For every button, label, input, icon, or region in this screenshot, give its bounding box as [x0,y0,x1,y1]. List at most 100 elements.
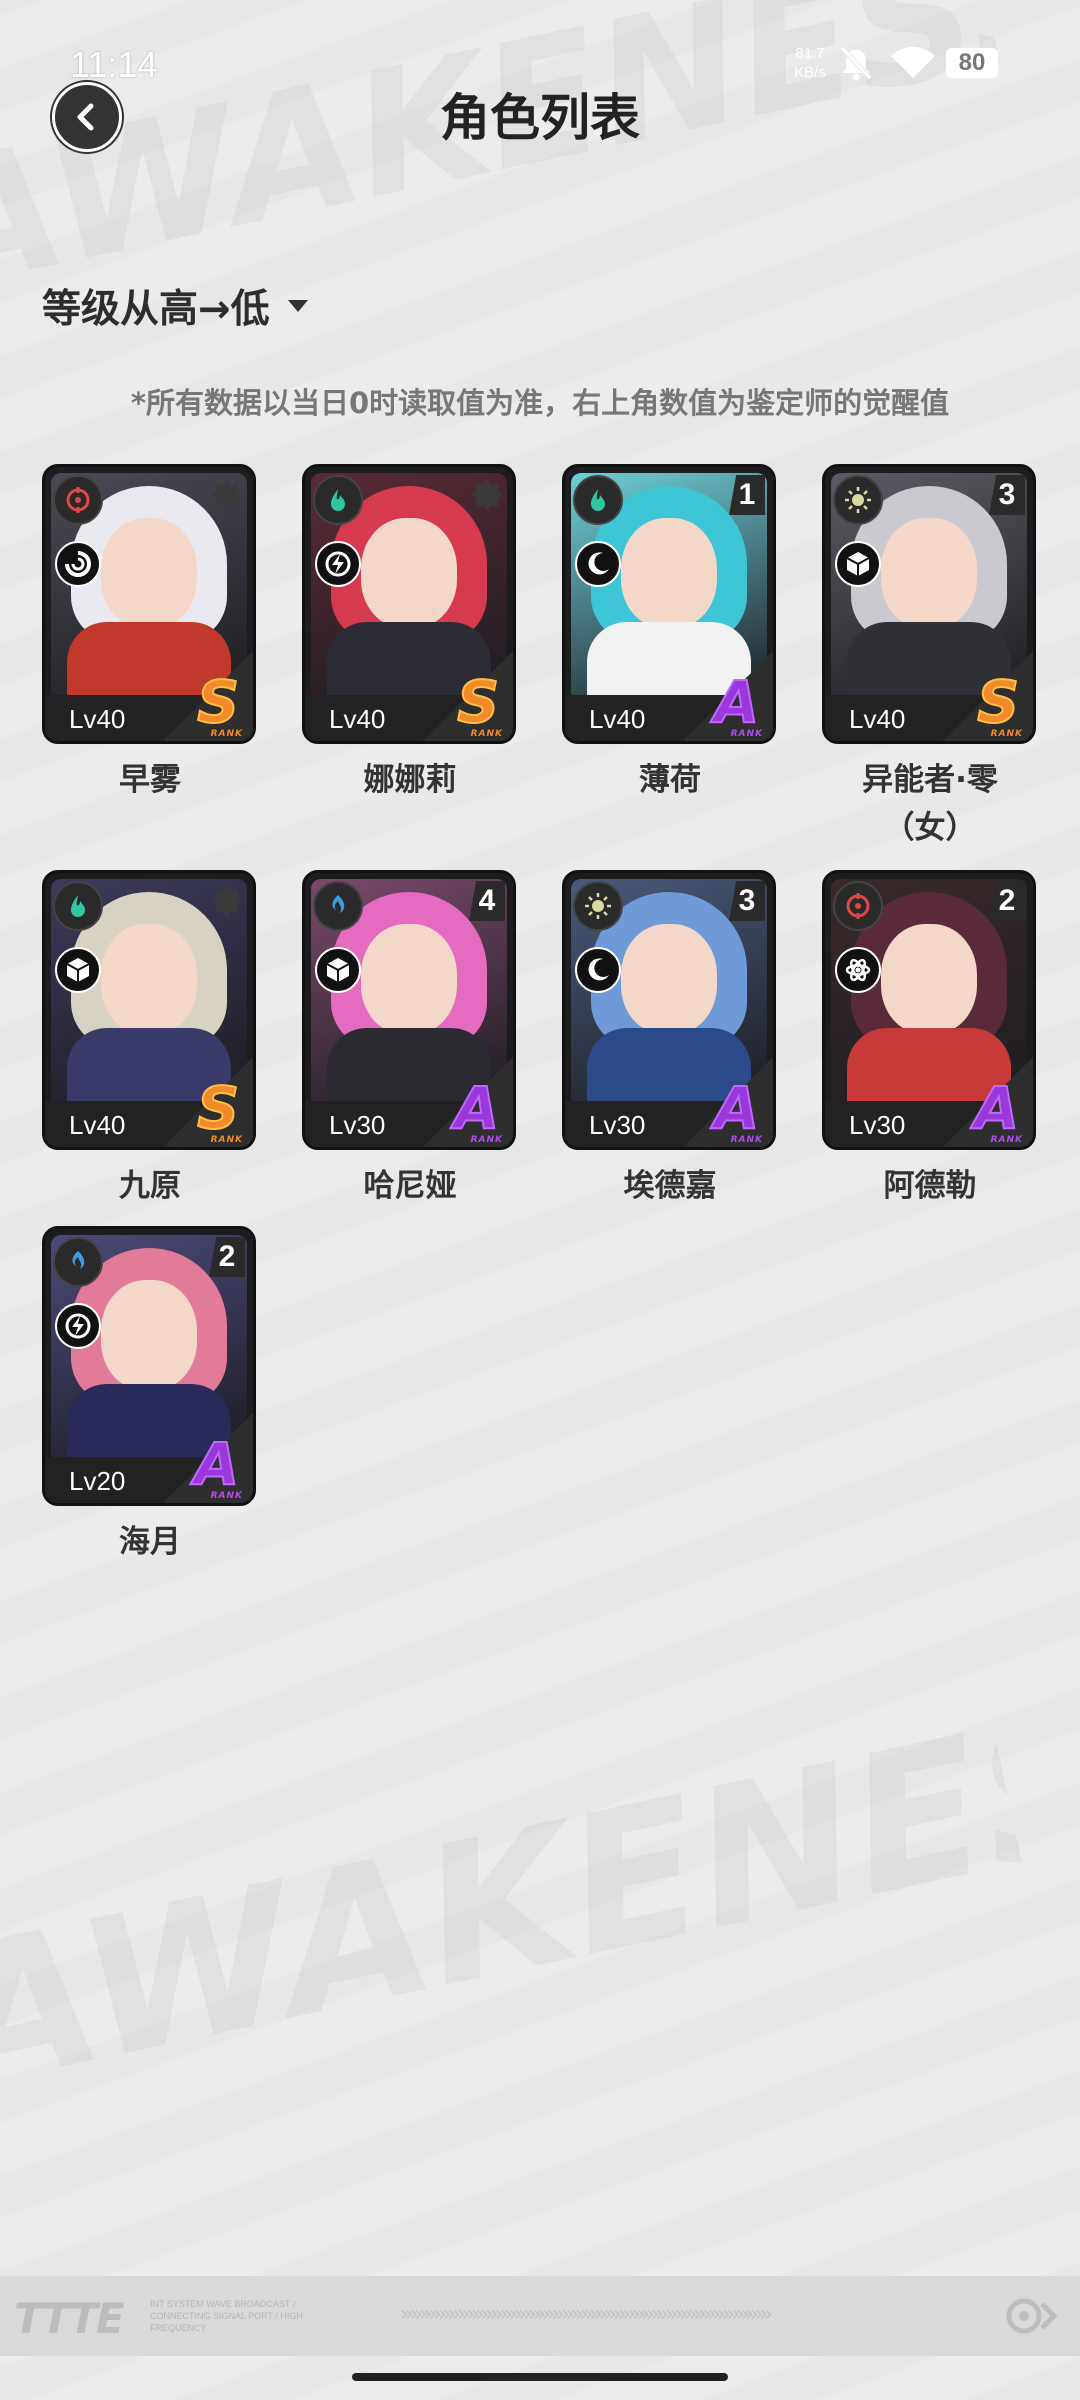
rank-word: RANK [470,1135,503,1145]
rank-letter: A [193,1430,240,1498]
character-card[interactable]: Lv20 A RANK 2 海月 [42,1226,258,1566]
character-level: Lv40 [69,1110,126,1140]
sort-dropdown-label: 等级从高→低 [42,287,270,332]
class-spiral-icon [55,541,101,587]
caret-down-icon [287,300,308,312]
page-title: 角色列表 [440,89,640,147]
element-sun-icon [573,881,623,931]
gear-icon [211,479,243,511]
class-atom-icon [835,947,881,993]
awakening-value: 2 [218,1240,236,1273]
character-name-line: 埃德嘉 [623,1168,717,1204]
rank-word: RANK [730,729,763,739]
character-card[interactable]: Lv30 A RANK 3 埃德嘉 [562,870,778,1210]
element-sun-icon [833,475,883,525]
awakening-value: 3 [998,478,1016,511]
character-card[interactable]: Lv30 A RANK 2 阿德勒 [822,870,1038,1210]
character-portrait-card[interactable]: Lv40 S RANK [42,464,256,744]
element-wave-icon [313,881,363,931]
element-target-icon [53,475,103,525]
character-card[interactable]: Lv40 S RANK 3 异能者·零 （女） [822,464,1038,852]
character-portrait-card[interactable]: Lv40 S RANK 3 [822,464,1036,744]
character-level: Lv40 [329,704,386,734]
portrait-face [621,518,717,629]
portrait-face [881,518,977,629]
character-card[interactable]: Lv40 S RANK 娜娜莉 [302,464,518,804]
rank-letter: S [976,668,1020,736]
character-card[interactable]: Lv40 S RANK 九原 [42,870,258,1210]
awakening-value: 2 [998,884,1016,917]
character-name-line: 阿德勒 [883,1168,977,1204]
portrait-face [101,518,197,629]
awakening-value: 4 [478,884,496,917]
wifi-icon [891,46,935,78]
portrait-face [361,518,457,629]
character-card[interactable]: Lv40 S RANK 早雾 [42,464,258,804]
portrait-face [361,924,457,1035]
character-name: 海月 [42,1518,258,1566]
rank-word: RANK [990,1135,1023,1145]
element-wave-icon [53,1237,103,1287]
character-portrait-card[interactable]: Lv30 A RANK 2 [822,870,1036,1150]
network-speed: 81.7 KB/s [784,44,836,82]
character-name-line: 哈尼娅 [363,1168,457,1204]
character-name-line: 娜娜莉 [363,762,457,798]
character-name: 埃德嘉 [562,1162,778,1210]
character-card[interactable]: Lv30 A RANK 4 哈尼娅 [302,870,518,1210]
character-name: 哈尼娅 [302,1162,518,1210]
character-portrait-card[interactable]: Lv20 A RANK 2 [42,1226,256,1506]
character-level: Lv30 [329,1110,386,1140]
banner-small-text: INT SYSTEM WAVE BROADCAST / CONNECTING S… [150,2299,303,2333]
rank-letter: S [196,668,240,736]
character-portrait-card[interactable]: Lv40 S RANK [42,870,256,1150]
class-cube-icon [835,541,881,587]
sort-dropdown[interactable]: 等级从高→低 [42,278,308,334]
mute-notification-icon [840,46,872,81]
character-level: Lv30 [849,1110,906,1140]
character-portrait-card[interactable]: Lv30 A RANK 4 [302,870,516,1150]
class-cube-icon [315,947,361,993]
character-name-line: 海月 [119,1524,181,1560]
character-name-line: 薄荷 [639,762,701,798]
rank-word: RANK [730,1135,763,1145]
portrait-face [101,1280,197,1391]
rank-word: RANK [210,729,243,739]
character-name-line-2: （女） [883,810,977,846]
bottom-banner: TTTE INT SYSTEM WAVE BROADCAST / CONNECT… [0,2276,1080,2356]
data-notice: *所有数据以当日0时读取值为准，右上角数值为鉴定师的觉醒值 [130,386,950,420]
rank-letter: A [713,668,760,736]
element-flame-icon [573,475,623,525]
awakening-value: 3 [738,884,756,917]
portrait-face [101,924,197,1035]
character-level: Lv40 [849,704,906,734]
home-indicator[interactable] [352,2373,728,2381]
character-name: 薄荷 [562,756,778,804]
rank-word: RANK [470,729,503,739]
rank-letter: A [453,1074,500,1142]
character-level: Lv20 [69,1466,126,1496]
character-portrait-card[interactable]: Lv40 A RANK 1 [562,464,776,744]
rank-word: RANK [210,1135,243,1145]
character-name-line: 九原 [119,1168,181,1204]
rank-letter: A [973,1074,1020,1142]
battery-indicator: 80 [946,48,998,78]
character-level: Lv40 [69,704,126,734]
class-cube-icon [55,947,101,993]
class-bolt-icon [315,541,361,587]
character-name: 异能者·零 （女） [822,756,1038,852]
character-name: 阿德勒 [822,1162,1038,1210]
character-portrait-card[interactable]: Lv40 S RANK [302,464,516,744]
banner-logo: TTTE [14,2294,125,2343]
network-speed-value: 81.7 [795,45,825,62]
awakening-value: 1 [738,478,756,511]
character-name: 早雾 [42,756,258,804]
element-flame-icon [53,881,103,931]
rank-word: RANK [990,729,1023,739]
character-card[interactable]: Lv40 A RANK 1 薄荷 [562,464,778,804]
rank-letter: S [456,668,500,736]
audio-disc-icon[interactable] [1004,2296,1058,2336]
background-watermark: AWAKENESS TO FIGHT [0,1690,1031,2131]
character-portrait-card[interactable]: Lv30 A RANK 3 [562,870,776,1150]
character-name-line: 早雾 [119,762,181,798]
character-level: Lv40 [589,704,646,734]
